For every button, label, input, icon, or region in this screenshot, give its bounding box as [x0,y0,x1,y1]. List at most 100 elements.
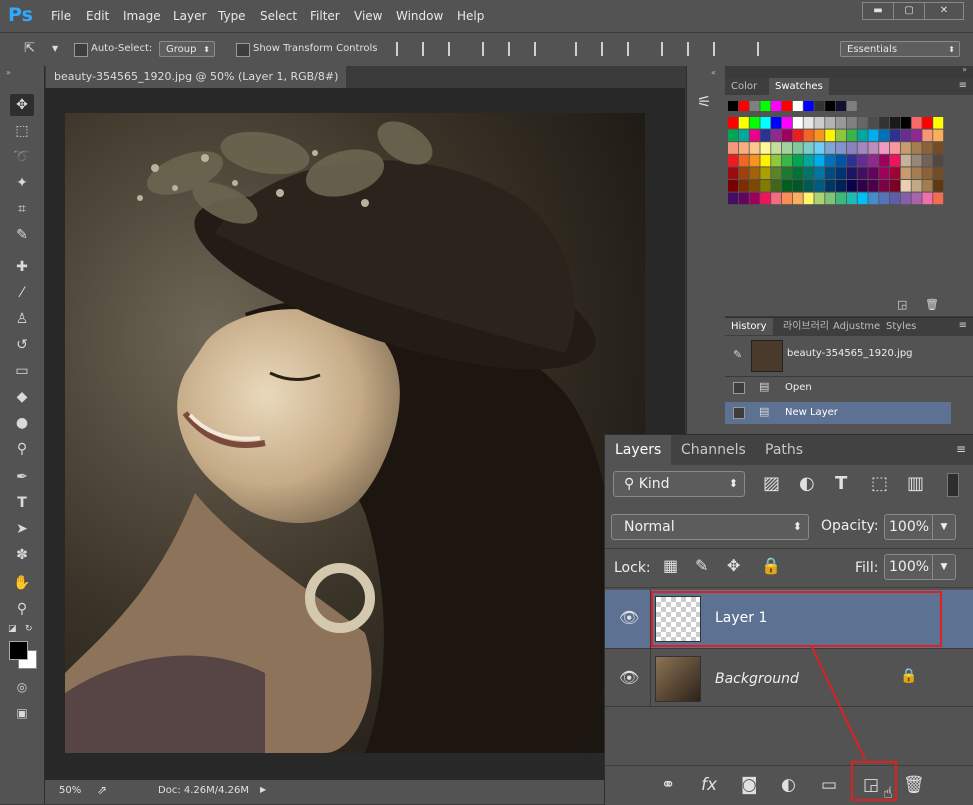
color-swatch[interactable] [890,129,900,142]
color-swatch[interactable] [728,129,738,142]
color-swatch[interactable] [836,117,846,129]
color-swatch[interactable] [803,117,814,129]
color-swatch[interactable] [857,142,868,154]
history-brush-source-icon[interactable]: ✎ [733,348,742,361]
layers-panel-menu-icon[interactable]: ≡ [956,442,966,456]
color-swatch[interactable] [911,167,922,179]
tab-styles[interactable]: Styles [880,318,922,335]
color-swatch[interactable] [825,117,836,129]
lock-transparent-pixels-icon[interactable]: ▦ [663,556,678,575]
brush-tool-icon[interactable]: ⁄ [10,282,34,304]
color-swatch[interactable] [900,192,911,205]
color-swatch[interactable] [814,129,825,142]
color-swatch[interactable] [922,167,933,179]
collapse-strip-icon[interactable]: « [711,68,716,77]
menu-layer[interactable]: Layer [173,9,206,23]
color-swatch[interactable] [868,117,879,129]
color-swatch[interactable] [771,129,782,142]
color-swatch[interactable] [814,180,825,192]
color-swatch[interactable] [922,129,933,142]
color-swatch[interactable] [836,101,846,111]
hand-tool-icon[interactable]: ✋ [10,572,34,594]
color-swatch[interactable] [933,154,944,167]
color-swatch[interactable] [738,167,749,179]
maximize-button[interactable]: ▢ [893,2,925,20]
color-swatch[interactable] [879,117,890,129]
color-swatch[interactable] [846,101,857,111]
menu-filter[interactable]: Filter [310,9,340,23]
color-swatch[interactable] [857,129,868,142]
color-swatch[interactable] [900,142,911,154]
export-icon[interactable]: ⇗ [97,783,107,797]
color-swatch[interactable] [868,180,879,192]
color-swatch[interactable] [792,192,803,205]
screen-mode-icon[interactable]: ▣ [10,702,34,724]
color-swatch[interactable] [782,167,792,179]
color-swatch[interactable] [879,192,890,205]
new-swatch-icon[interactable]: ◲ [897,298,907,311]
color-swatch[interactable] [749,129,760,142]
align-right-icon[interactable] [534,42,548,56]
color-swatch[interactable] [890,142,900,154]
align-left-icon[interactable] [482,42,496,56]
layer-name[interactable]: Background [715,671,799,687]
color-swatch[interactable] [911,154,922,167]
magic-wand-tool-icon[interactable]: ✦ [10,172,34,194]
color-swatch[interactable] [792,142,803,154]
delete-layer-icon[interactable]: 🗑 [903,775,925,795]
color-swatch[interactable] [760,142,771,154]
color-swatch[interactable] [792,154,803,167]
link-layers-icon[interactable]: ⚭ [661,775,675,795]
marquee-tool-icon[interactable]: ⬚ [10,120,34,142]
color-swatch[interactable] [782,192,792,205]
color-swatch[interactable] [771,101,782,111]
default-colors-icon[interactable]: ◪ [8,624,17,634]
pen-tool-icon[interactable]: ✒ [10,466,34,488]
color-swatch[interactable] [868,154,879,167]
panel-menu-icon[interactable]: ≡ [959,320,967,331]
color-swatch[interactable] [738,142,749,154]
distribute-hcenter-icon[interactable] [687,42,701,56]
status-menu-arrow-icon[interactable]: ▶ [260,785,266,794]
color-swatch[interactable] [803,192,814,205]
color-swatch[interactable] [792,180,803,192]
color-swatch[interactable] [933,129,944,142]
tab-paths[interactable]: Paths [755,435,813,465]
eyedropper-tool-icon[interactable]: ✎ [10,224,34,246]
auto-align-icon[interactable] [757,42,771,56]
color-swatch[interactable] [836,167,846,179]
document-image[interactable] [65,113,645,753]
delete-swatch-icon[interactable]: 🗑 [925,298,939,311]
layer-thumbnail[interactable] [655,656,701,702]
align-vcenter-icon[interactable] [422,42,436,56]
color-swatch[interactable] [825,129,836,142]
filter-shape-icon[interactable]: ⬚ [871,473,888,494]
color-swatch[interactable] [782,180,792,192]
history-panel-icon[interactable]: ⚟ [697,92,711,111]
color-swatch[interactable] [922,154,933,167]
blur-tool-icon[interactable]: ● [10,412,34,434]
tab-history[interactable]: History [725,318,773,335]
tab-color[interactable]: Color [725,78,763,95]
color-swatch[interactable] [846,167,857,179]
zoom-tool-icon[interactable]: ⚲ [10,598,34,620]
distribute-top-icon[interactable] [575,42,589,56]
color-swatch[interactable] [738,129,749,142]
color-swatch[interactable] [814,192,825,205]
color-swatch[interactable] [922,180,933,192]
color-swatch[interactable] [911,117,922,129]
color-swatch[interactable] [890,180,900,192]
color-swatch[interactable] [825,101,836,111]
history-brush-tool-icon[interactable]: ↺ [10,334,34,356]
color-swatch[interactable] [857,117,868,129]
color-swatch[interactable] [760,117,771,129]
color-swatch[interactable] [825,154,836,167]
color-swatch[interactable] [771,180,782,192]
color-swatch[interactable] [933,192,944,205]
menu-type[interactable]: Type [218,9,246,23]
tab-layers[interactable]: Layers [605,435,672,465]
color-swatch[interactable] [857,154,868,167]
color-swatch[interactable] [792,101,803,111]
color-swatch[interactable] [771,192,782,205]
color-swatch[interactable] [738,117,749,129]
